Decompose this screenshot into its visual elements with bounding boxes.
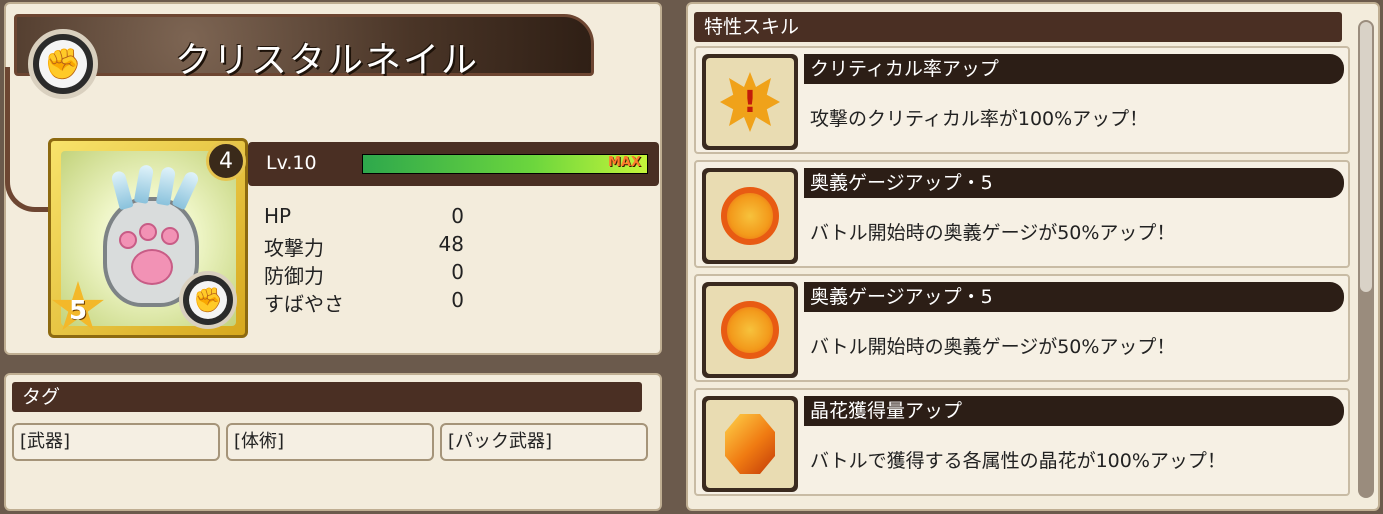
skill-title: クリティカル率アップ — [804, 54, 1344, 84]
stat-row-hp: HP 0 — [264, 204, 464, 232]
level-label: Lv.10 — [266, 152, 317, 174]
gauge-wheel-icon — [721, 301, 779, 359]
stat-value: 0 — [451, 204, 464, 228]
weapon-card[interactable]: 4 5 ✊ — [48, 138, 248, 338]
skill-icon-frame: ! — [702, 54, 798, 150]
stat-value: 48 — [438, 232, 464, 256]
critical-burst-icon: ! — [720, 72, 780, 132]
skills-panel: 特性スキル ! クリティカル率アップ 攻撃のクリティカル率が100%アップ！ 奥… — [686, 2, 1380, 511]
scrollbar-thumb[interactable] — [1360, 22, 1372, 292]
stat-label: 防御力 — [264, 264, 324, 288]
skill-title: 奥義ゲージアップ・5 — [804, 282, 1344, 312]
weapon-detail-panel: クリスタルネイル ✊ 4 5 ✊ Lv.10 MAX HP 0 攻撃力 48 防… — [4, 2, 662, 355]
stat-label: HP — [264, 204, 292, 228]
skill-title: 晶花獲得量アップ — [804, 396, 1344, 426]
tags-header: タグ — [12, 382, 642, 412]
skills-scrollbar[interactable] — [1358, 20, 1374, 498]
stat-row-defense: 防御力 0 — [264, 260, 464, 288]
skill-description: 攻撃のクリティカル率が100%アップ！ — [810, 108, 1149, 130]
level-gauge-fill — [363, 155, 647, 173]
skill-icon-frame — [702, 168, 798, 264]
weapon-name: クリスタルネイル — [175, 40, 480, 81]
gauge-wheel-icon — [721, 187, 779, 245]
skill-item[interactable]: 晶花獲得量アップ バトルで獲得する各属性の晶花が100%アップ！ — [694, 388, 1350, 496]
crystal-gem-icon — [725, 414, 775, 474]
skills-header: 特性スキル — [694, 12, 1342, 42]
skill-title: 奥義ゲージアップ・5 — [804, 168, 1344, 198]
weapon-title-banner: クリスタルネイル — [5, 14, 594, 212]
stat-label: すばやさ — [264, 292, 344, 316]
stat-value: 0 — [451, 260, 464, 284]
skill-description: バトル開始時の奥義ゲージが50%アップ！ — [810, 336, 1176, 358]
skill-icon-frame — [702, 282, 798, 378]
skill-item[interactable]: 奥義ゲージアップ・5 バトル開始時の奥義ゲージが50%アップ！ — [694, 160, 1350, 268]
tag-martial-arts[interactable]: [体術] — [226, 423, 434, 461]
fist-icon: ✊ — [189, 281, 227, 319]
skill-description: バトルで獲得する各属性の晶花が100%アップ！ — [810, 450, 1226, 472]
rarity-badge: 4 — [206, 141, 246, 181]
card-type-emblem: ✊ — [179, 271, 237, 329]
skill-description: バトル開始時の奥義ゲージが50%アップ！ — [810, 222, 1176, 244]
skill-item[interactable]: 奥義ゲージアップ・5 バトル開始時の奥義ゲージが50%アップ！ — [694, 274, 1350, 382]
gauge-max-label: MAX — [607, 155, 641, 170]
tags-panel: タグ [武器] [体術] [パック武器] — [4, 373, 662, 511]
stats-list: HP 0 攻撃力 48 防御力 0 すばやさ 0 — [264, 204, 464, 316]
stat-row-attack: 攻撃力 48 — [264, 232, 464, 260]
fist-icon: ✊ — [39, 40, 87, 88]
tag-weapon[interactable]: [武器] — [12, 423, 220, 461]
weapon-type-emblem: ✊ — [28, 29, 98, 99]
stat-value: 0 — [451, 288, 464, 312]
level-bar: Lv.10 MAX — [248, 142, 659, 186]
skill-item[interactable]: ! クリティカル率アップ 攻撃のクリティカル率が100%アップ！ — [694, 46, 1350, 154]
level-gauge: MAX — [362, 154, 648, 174]
stat-label: 攻撃力 — [264, 236, 324, 260]
skill-icon-frame — [702, 396, 798, 492]
stat-row-speed: すばやさ 0 — [264, 288, 464, 316]
tag-pack-weapon[interactable]: [パック武器] — [440, 423, 648, 461]
